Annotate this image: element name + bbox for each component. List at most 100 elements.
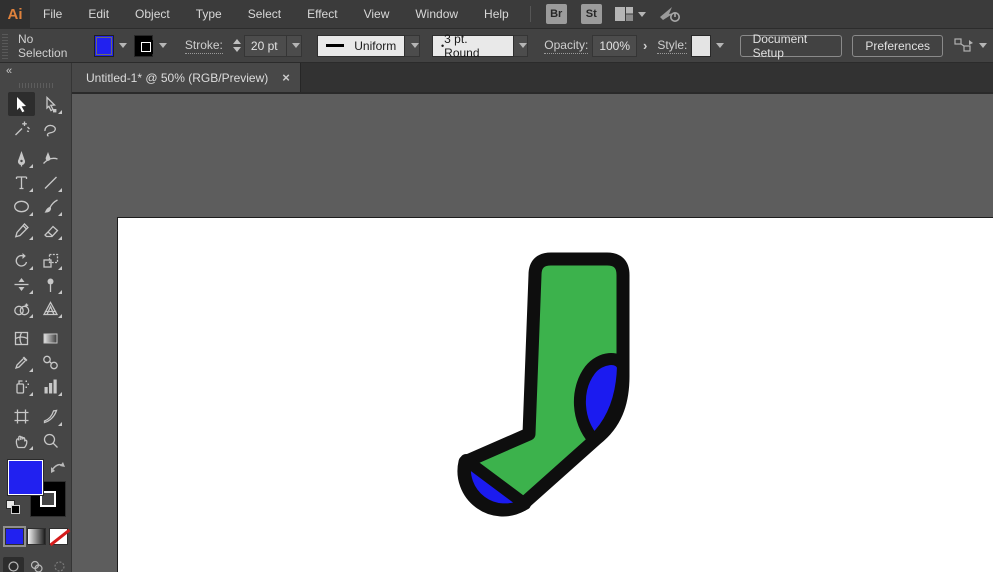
magic-wand-tool[interactable] xyxy=(8,116,35,140)
variable-width-profile[interactable]: Uniform xyxy=(317,35,405,57)
tool-row xyxy=(0,194,71,218)
stroke-color-swatch[interactable] xyxy=(134,35,153,57)
gradient-tool[interactable] xyxy=(37,326,64,350)
chevron-down-icon xyxy=(411,43,419,48)
tools-panel: « xyxy=(0,63,72,572)
opacity-label[interactable]: Opacity: xyxy=(544,38,588,54)
subtool-indicator xyxy=(29,368,33,372)
panel-drag-handle[interactable] xyxy=(19,83,53,88)
hand-tool[interactable] xyxy=(8,428,35,452)
artboard[interactable] xyxy=(117,217,993,572)
chevron-down-icon xyxy=(292,43,300,48)
swap-fill-stroke-icon[interactable] xyxy=(50,460,66,477)
puppet-warp-icon xyxy=(42,276,59,293)
zoom-tool[interactable] xyxy=(37,428,64,452)
selection-icon xyxy=(13,96,30,113)
subtool-indicator xyxy=(58,422,62,426)
draw-inside-button[interactable] xyxy=(49,557,70,572)
tool-row xyxy=(0,428,71,452)
none-button[interactable] xyxy=(49,528,68,545)
collapse-panel-button[interactable]: « xyxy=(0,63,71,77)
selection-tool[interactable] xyxy=(8,92,35,116)
draw-normal-button[interactable] xyxy=(3,557,24,572)
style-label[interactable]: Style: xyxy=(657,38,687,54)
symbol-sprayer-tool[interactable] xyxy=(8,374,35,398)
gpu-performance-button[interactable] xyxy=(658,5,682,23)
width-tool[interactable] xyxy=(8,272,35,296)
subtool-indicator xyxy=(58,314,62,318)
stroke-color-dropdown[interactable] xyxy=(153,35,167,57)
fill-color-swatch[interactable] xyxy=(94,35,113,57)
tool-row xyxy=(0,248,71,272)
stroke-weight-label[interactable]: Stroke: xyxy=(185,38,223,54)
rotate-tool[interactable] xyxy=(8,248,35,272)
panel-grip[interactable] xyxy=(2,33,8,59)
line-segment-tool[interactable] xyxy=(37,170,64,194)
opacity-input[interactable]: 100% xyxy=(592,35,637,57)
select-similar-objects[interactable] xyxy=(954,38,987,54)
stroke-weight-stepper[interactable] xyxy=(233,39,241,52)
slice-tool[interactable] xyxy=(37,404,64,428)
sock-artwork[interactable] xyxy=(118,218,993,572)
stock-button[interactable]: St xyxy=(581,4,602,24)
subtool-indicator xyxy=(29,164,33,168)
paintbrush-tool[interactable] xyxy=(37,194,64,218)
style-swatch[interactable] xyxy=(691,35,710,57)
style-dropdown[interactable] xyxy=(711,35,725,57)
puppet-warp-tool[interactable] xyxy=(37,272,64,296)
eyedropper-tool[interactable] xyxy=(8,350,35,374)
menu-type[interactable]: Type xyxy=(183,0,235,29)
fill-stroke-area xyxy=(0,458,72,518)
document-tab[interactable]: Untitled-1* @ 50% (RGB/Preview) × xyxy=(72,63,301,92)
gradient-button[interactable] xyxy=(27,528,46,545)
stroke-weight-dropdown[interactable] xyxy=(287,35,302,57)
artboard-tool[interactable] xyxy=(8,404,35,428)
pen-tool[interactable] xyxy=(8,146,35,170)
preferences-button[interactable]: Preferences xyxy=(852,35,943,57)
color-button[interactable] xyxy=(5,528,24,545)
close-tab-icon[interactable]: × xyxy=(282,70,290,85)
workspace-switcher[interactable] xyxy=(615,7,646,21)
scale-tool[interactable] xyxy=(37,248,64,272)
ellipse-tool[interactable] xyxy=(8,194,35,218)
default-fill-stroke-icon[interactable] xyxy=(6,500,20,514)
fill-proxy-swatch[interactable] xyxy=(8,460,43,495)
mesh-tool[interactable] xyxy=(8,326,35,350)
gradient-icon xyxy=(42,330,59,347)
subtool-indicator xyxy=(58,212,62,216)
menu-file[interactable]: File xyxy=(30,0,75,29)
brush-dropdown[interactable] xyxy=(514,35,529,57)
menu-select[interactable]: Select xyxy=(235,0,294,29)
menu-effect[interactable]: Effect xyxy=(294,0,350,29)
menu-object[interactable]: Object xyxy=(122,0,183,29)
sock-heel[interactable] xyxy=(580,359,623,440)
stroke-weight-input[interactable]: 20 pt xyxy=(244,35,287,57)
brush-definition[interactable]: • 3 pt. Round xyxy=(432,35,514,57)
lasso-tool[interactable] xyxy=(37,116,64,140)
direct-selection-tool[interactable] xyxy=(37,92,64,116)
menu-help[interactable]: Help xyxy=(471,0,522,29)
blend-tool[interactable] xyxy=(37,350,64,374)
chevron-down-icon xyxy=(519,43,527,48)
fill-color-dropdown[interactable] xyxy=(114,35,128,57)
column-graph-tool[interactable] xyxy=(37,374,64,398)
chevron-down-icon xyxy=(638,12,646,17)
menu-view[interactable]: View xyxy=(351,0,403,29)
subtool-indicator xyxy=(29,212,33,216)
curvature-tool[interactable] xyxy=(37,146,64,170)
opacity-options-arrow[interactable]: › xyxy=(643,38,647,53)
type-tool[interactable] xyxy=(8,170,35,194)
shape-builder-tool[interactable] xyxy=(8,296,35,320)
document-setup-button[interactable]: Document Setup xyxy=(740,35,843,57)
perspective-grid-tool[interactable] xyxy=(37,296,64,320)
pencil-tool[interactable] xyxy=(8,218,35,242)
menu-edit[interactable]: Edit xyxy=(75,0,122,29)
curvature-icon xyxy=(42,150,59,167)
profile-dropdown[interactable] xyxy=(405,35,420,57)
scale-icon xyxy=(42,252,59,269)
bridge-button[interactable]: Br xyxy=(546,4,567,24)
symbol-sprayer-icon xyxy=(13,378,30,395)
menu-window[interactable]: Window xyxy=(402,0,471,29)
draw-behind-button[interactable] xyxy=(26,557,47,572)
eraser-tool[interactable] xyxy=(37,218,64,242)
